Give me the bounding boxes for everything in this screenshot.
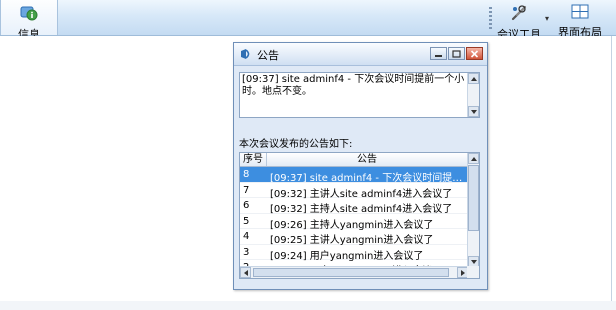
arrow-right-icon: [461, 270, 465, 276]
announcement-dialog: 公告 [09:37] site adminf4 - 下次会议时间提前一个小时。地…: [233, 42, 488, 290]
layout-grid-icon: [555, 4, 605, 23]
close-button[interactable]: [466, 47, 483, 60]
scroll-down-button[interactable]: [468, 106, 479, 117]
maximize-icon: [452, 50, 461, 58]
table-vertical-scrollbar[interactable]: [467, 153, 479, 267]
table-row[interactable]: 5 [09:26] 主持人yangmin进入会议了: [240, 214, 468, 231]
close-icon: [470, 50, 479, 58]
table-row[interactable]: 4 [09:25] 主讲人yangmin进入会议了: [240, 229, 468, 246]
table-row[interactable]: 8 [09:37] site adminf4 - 下次会议时间提前...: [240, 167, 468, 184]
table-row[interactable]: 7 [09:32] 主讲人site adminf4进入会议了: [240, 183, 468, 200]
list-caption: 本次会议发布的公告如下:: [239, 139, 353, 150]
scroll-up-button[interactable]: [468, 153, 479, 164]
table-row[interactable]: 6 [09:32] 主持人site adminf4进入会议了: [240, 198, 468, 215]
dialog-titlebar[interactable]: 公告: [234, 43, 487, 66]
top-toolbar: 信息 会议工具 ▾ 界面布局: [0, 0, 616, 41]
arrow-up-icon: [471, 77, 477, 81]
table-body: 8 [09:37] site adminf4 - 下次会议时间提前... 7 [09:…: [240, 167, 468, 267]
maximize-button[interactable]: [448, 47, 465, 60]
arrow-down-icon: [471, 110, 477, 114]
announcement-table: 序号 公告 8 [09:37] site adminf4 - 下次会议时间提前..…: [239, 152, 480, 279]
scrollbar-corner: [467, 266, 479, 278]
minimize-button[interactable]: [430, 47, 447, 60]
bottom-strip: [0, 301, 616, 310]
arrow-up-icon: [471, 157, 477, 161]
notice-text: [09:37] site adminf4 - 下次会议时间提前一个小时。地点不变…: [242, 74, 465, 97]
info-tab-button[interactable]: 信息: [0, 0, 58, 41]
chevron-down-icon[interactable]: ▾: [545, 14, 549, 23]
minimize-icon: [435, 55, 442, 57]
row-number: 7: [243, 184, 250, 196]
table-horizontal-scrollbar[interactable]: [240, 266, 468, 278]
table-row[interactable]: 3 [09:24] 用户yangmin进入会议了: [240, 245, 468, 262]
layout-button[interactable]: 界面布局: [555, 0, 605, 39]
row-number: 3: [243, 246, 250, 258]
row-number: 5: [243, 215, 250, 227]
column-header-message[interactable]: 公告: [267, 153, 468, 166]
tools-icon: [494, 4, 544, 25]
row-number: 8: [243, 169, 250, 180]
announcement-icon: [239, 47, 253, 64]
scroll-thumb[interactable]: [253, 268, 449, 277]
notice-textarea[interactable]: [09:37] site adminf4 - 下次会议时间提前一个小时。地点不变…: [239, 72, 480, 118]
table-header: 序号 公告: [240, 153, 468, 167]
toolbar-grip[interactable]: [489, 7, 492, 29]
row-number: 4: [243, 231, 250, 242]
scroll-thumb[interactable]: [468, 165, 479, 231]
meeting-tools-button[interactable]: 会议工具: [494, 0, 544, 41]
arrow-down-icon: [471, 260, 477, 264]
row-number: 6: [243, 200, 250, 211]
info-icon: [1, 4, 57, 25]
scroll-left-button[interactable]: [240, 267, 251, 278]
arrow-left-icon: [244, 270, 248, 276]
dialog-title: 公告: [257, 49, 279, 62]
scroll-up-button[interactable]: [468, 73, 479, 84]
notice-scrollbar[interactable]: [467, 73, 479, 117]
column-header-no[interactable]: 序号: [240, 153, 267, 166]
